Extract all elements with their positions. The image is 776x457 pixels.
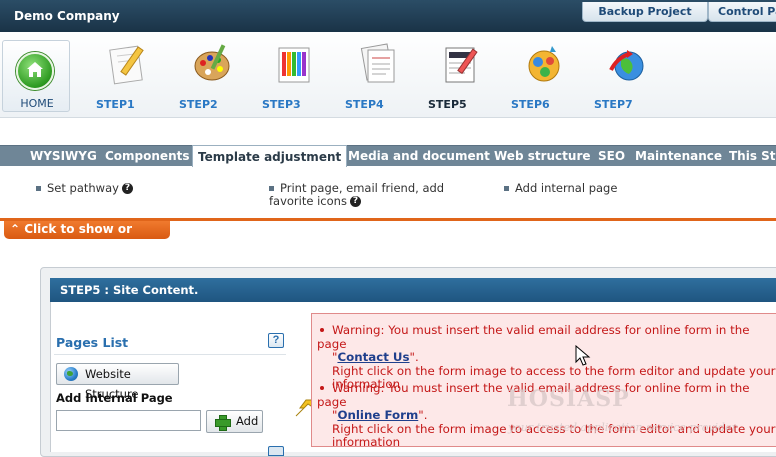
add-button-label: Add xyxy=(236,414,259,428)
website-structure-button[interactable]: Website Structure xyxy=(56,363,179,401)
panel-header: STEP5 : Site Content. xyxy=(50,278,776,302)
warning-instruction: Right click on the form image to access … xyxy=(332,363,776,378)
step5-label: STEP5 xyxy=(428,98,467,111)
quote-mark: ". xyxy=(418,408,428,422)
bullet-icon xyxy=(269,186,274,191)
bullet-icon xyxy=(36,186,41,191)
control-panel-button[interactable]: Control Pa xyxy=(708,2,776,22)
publish-globe-icon xyxy=(609,50,644,81)
step7-button[interactable]: STEP7 xyxy=(594,36,654,116)
watermark-logo: HOSIASP xyxy=(507,386,630,412)
step6-button[interactable]: STEP6 xyxy=(511,36,571,116)
divider xyxy=(54,354,286,355)
add-internal-page-label: Add internal page xyxy=(515,181,618,195)
step3-button[interactable]: STEP3 xyxy=(262,36,322,116)
submenu-item-set-pathway[interactable]: Set pathway? xyxy=(36,182,133,195)
step4-button[interactable]: STEP4 xyxy=(345,36,405,116)
bullet-icon xyxy=(320,385,324,390)
help-icon[interactable]: ? xyxy=(349,196,361,207)
step5-button[interactable]: STEP5 xyxy=(428,36,488,116)
show-hide-label: Click to show or hide. xyxy=(10,222,133,253)
documents-icon xyxy=(360,43,395,83)
quote-mark: ". xyxy=(409,350,419,364)
step2-label: STEP2 xyxy=(179,98,218,111)
color-swatch-icon xyxy=(278,47,310,83)
double-chevron-up-icon: ⌃ xyxy=(10,222,21,236)
menu-item-this-site[interactable]: This St xyxy=(729,146,776,166)
step6-label: STEP6 xyxy=(511,98,550,111)
pages-list-title: Pages List xyxy=(56,335,129,350)
pages-list-help-button[interactable]: ? xyxy=(268,333,284,348)
print-page-label-line1: Print page, email friend, add xyxy=(280,181,445,195)
scroll-button[interactable] xyxy=(268,446,284,456)
step3-label: STEP3 xyxy=(262,98,301,111)
steps-toolbar: HOME STEP1 STEP2 STEP3 STEP4 STEP5 STEP6… xyxy=(0,32,776,118)
plugin-icon xyxy=(528,46,560,82)
backup-project-button[interactable]: Backup Project xyxy=(582,2,708,22)
menu-item-template-adjustment[interactable]: Template adjustment xyxy=(192,145,348,167)
submenu-item-add-internal-page[interactable]: Add internal page xyxy=(504,182,617,195)
print-page-label-line2: favorite icons xyxy=(269,194,347,208)
palette-icon xyxy=(194,44,230,81)
submenu-panel: Set pathway? Print page, email friend, a… xyxy=(0,167,776,217)
submenu-item-print-page[interactable]: Print page, email friend, add favorite i… xyxy=(269,182,444,208)
menu-item-seo[interactable]: SEO xyxy=(598,146,625,166)
step1-button[interactable]: STEP1 xyxy=(96,36,156,116)
home-icon xyxy=(16,52,54,90)
step7-label: STEP7 xyxy=(594,98,633,111)
plus-icon xyxy=(215,415,231,431)
page-name-input[interactable] xyxy=(56,410,201,431)
step1-label: STEP1 xyxy=(96,98,135,111)
menu-item-media-and-document[interactable]: Media and document xyxy=(348,146,490,166)
step2-button[interactable]: STEP2 xyxy=(179,36,239,116)
help-icon[interactable]: ? xyxy=(121,183,133,194)
step4-label: STEP4 xyxy=(345,98,384,111)
pencil-icon xyxy=(109,45,144,85)
bullet-icon xyxy=(504,186,509,191)
home-label: HOME xyxy=(20,97,54,110)
menu-item-wysiwyg[interactable]: WYSIWYG xyxy=(30,146,97,166)
add-internal-page-heading: Add Internal Page xyxy=(56,391,173,405)
watermark-tagline: your trusted application service provide… xyxy=(508,421,737,434)
show-hide-toggle[interactable]: ⌃ Click to show or hide. xyxy=(4,221,170,253)
menu-item-web-structure[interactable]: Web structure xyxy=(494,146,591,166)
top-bar: Demo Company Backup Project Control Pa xyxy=(0,0,776,32)
set-pathway-label: Set pathway xyxy=(47,181,119,195)
bullet-icon xyxy=(320,327,324,332)
contact-us-link[interactable]: Contact Us xyxy=(337,350,409,364)
company-name: Demo Company xyxy=(14,9,120,23)
warning-text: Warning: You must insert the valid email… xyxy=(317,323,750,351)
main-menu-bar: WYSIWYG Components Template adjustment M… xyxy=(0,145,776,167)
edit-page-icon xyxy=(445,47,478,83)
warning-instruction-end: information xyxy=(332,435,401,449)
home-button[interactable]: HOME xyxy=(2,40,70,112)
add-page-button[interactable]: Add xyxy=(206,410,263,433)
globe-icon xyxy=(64,367,78,381)
menu-item-components[interactable]: Components xyxy=(105,146,190,166)
menu-item-maintenance[interactable]: Maintenance xyxy=(635,146,722,166)
online-form-link[interactable]: Online Form xyxy=(337,408,418,422)
mouse-cursor-icon xyxy=(575,345,591,366)
